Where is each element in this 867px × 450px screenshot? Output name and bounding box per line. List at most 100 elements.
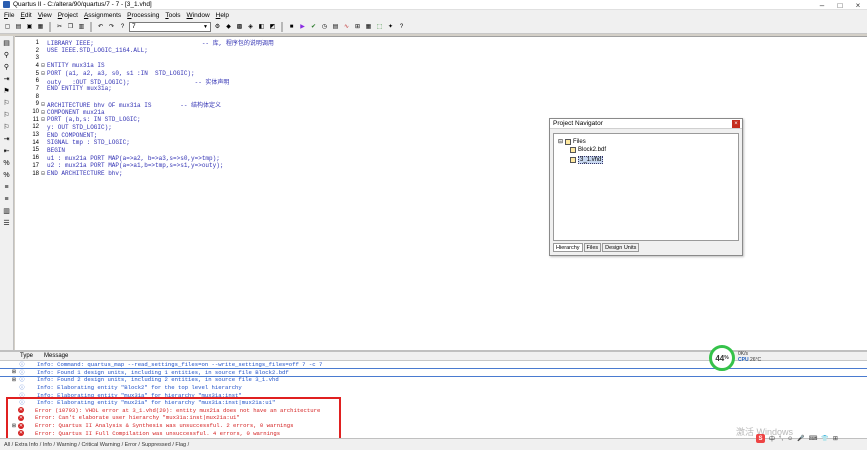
code-line[interactable]: 14 SIGNAL tmp : STD_LOGIC; [15, 139, 274, 147]
fold-toggle-icon[interactable]: ⊟ [39, 170, 47, 177]
code-line[interactable]: 2 USE IEEE.STD_LOGIC_1164.ALL; [15, 47, 274, 55]
block-icon[interactable]: ▥ [2, 207, 11, 216]
simulator-icon[interactable]: ∿ [342, 22, 351, 31]
rtl-viewer-icon[interactable]: ⊞ [353, 22, 362, 31]
ime-mode-icon[interactable]: 中 [769, 434, 775, 443]
assignment-editor-icon[interactable]: ◆ [224, 22, 233, 31]
menu-item-processing[interactable]: Processing [127, 12, 159, 19]
code-line[interactable]: 11 ⊟ PORT (a,b,s: IN STD_LOGIC; [15, 116, 274, 124]
copy-icon[interactable]: ❐ [66, 22, 75, 31]
fold-toggle-icon[interactable]: ⊟ [39, 62, 47, 69]
system-monitor-widget[interactable]: 44% 0K/s CPU 26°C [709, 345, 765, 371]
emoji-icon[interactable]: ☺ [787, 436, 793, 442]
save-icon[interactable]: ▣ [25, 22, 34, 31]
code-line[interactable]: 13 END COMPONENT; [15, 131, 274, 139]
menu-item-help[interactable]: Help [216, 12, 229, 19]
col-type[interactable]: Type [0, 353, 40, 359]
code-line[interactable]: 6 outy :OUT STD_LOGIC); -- 实体声明 [15, 77, 274, 86]
list-icon[interactable]: ☰ [2, 219, 11, 228]
code-line[interactable]: 1 LIBRARY IEEE; -- 库, 程序包的说明调用 [15, 39, 274, 48]
message-filter-tabs[interactable]: All / Extra Info / Info / Warning / Crit… [0, 438, 867, 450]
menu-item-project[interactable]: Project [58, 12, 78, 19]
code-line[interactable]: 15 BEGIN [15, 147, 274, 155]
fold-toggle-icon[interactable]: ⊟ [39, 101, 47, 108]
code-line[interactable]: 10 ⊟ COMPONENT mux21a [15, 108, 274, 116]
stop-icon[interactable]: ■ [287, 22, 296, 31]
col-message[interactable]: Message [40, 353, 68, 359]
bookmark-icon[interactable]: ⚑ [2, 87, 11, 96]
expand-icon[interactable]: ⊞ [10, 369, 18, 375]
redo-icon[interactable]: ↷ [107, 22, 116, 31]
help-pointer-icon[interactable]: ? [118, 22, 127, 31]
indent-icon[interactable]: ⇥ [2, 135, 11, 144]
unindent-icon[interactable]: ⇤ [2, 147, 11, 156]
start-compilation-icon[interactable]: ▶ [298, 22, 307, 31]
timing-analysis-icon[interactable]: ◷ [320, 22, 329, 31]
code-line[interactable]: 4 ⊟ ENTITY mux31a IS [15, 62, 274, 70]
project-navigator-titlebar[interactable]: Project Navigator × [550, 119, 742, 129]
tab-hierarchy[interactable]: Hierarchy [553, 243, 583, 252]
clear-bookmarks-icon[interactable]: ⚐ [2, 123, 11, 132]
pin-planner-icon[interactable]: ▩ [235, 22, 244, 31]
minus-expander-icon[interactable]: ⊟ [558, 138, 563, 145]
skin-icon[interactable]: 👕 [821, 435, 828, 442]
tree-node-file[interactable]: Block2.bdf [570, 147, 606, 153]
find-icon[interactable]: ⚲ [2, 51, 11, 60]
tab-files[interactable]: Files [583, 243, 602, 252]
chip-planner-icon[interactable]: ◈ [246, 22, 255, 31]
increase-indent-icon[interactable]: ≡ [2, 183, 11, 192]
fold-toggle-icon[interactable]: ⊟ [39, 70, 47, 77]
go-to-line-icon[interactable]: ⇥ [2, 75, 11, 84]
menu-item-file[interactable]: File [4, 12, 15, 19]
close-button[interactable]: × [849, 0, 867, 10]
tree-node-file-selected[interactable]: 3_1.vhd [570, 156, 604, 164]
next-bookmark-icon[interactable]: ⚐ [2, 99, 11, 108]
open-file-icon[interactable]: ▤ [14, 22, 23, 31]
fold-toggle-icon[interactable]: ⊟ [39, 116, 47, 123]
keyboard-icon[interactable]: ⌨ [809, 435, 818, 442]
prev-bookmark-icon[interactable]: ⚐ [2, 111, 11, 120]
info-message-row[interactable]: ⓘ Info: Elaborating entity "Block2" for t… [0, 384, 867, 392]
undo-icon[interactable]: ↶ [96, 22, 105, 31]
print-icon[interactable]: ▦ [36, 22, 45, 31]
code-line[interactable]: 17 u2 : mux21a PORT MAP(a=>a1,b=>tmp,s=>s… [15, 162, 274, 170]
vhdl-text-editor[interactable]: 1 LIBRARY IEEE; -- 库, 程序包的说明调用 2 USE IEEE.S… [15, 36, 867, 350]
code-line[interactable]: 18 ⊟ END ARCHITECTURE bhv; [15, 170, 274, 178]
menu-item-window[interactable]: Window [187, 12, 210, 19]
chip-editor-icon[interactable]: ▦ [364, 22, 373, 31]
find-next-icon[interactable]: ⚲ [2, 63, 11, 72]
decrease-indent-icon[interactable]: ≡ [2, 195, 11, 204]
comment-icon[interactable]: % [2, 159, 11, 168]
help-topic-icon[interactable]: ? [397, 22, 406, 31]
microphone-icon[interactable]: 🎤 [797, 435, 804, 442]
code-line[interactable]: 3 [15, 54, 274, 62]
insert-template-icon[interactable]: ▤ [2, 39, 11, 48]
maximize-button[interactable]: □ [831, 0, 849, 10]
code-line[interactable]: 16 u1 : mux21a PORT MAP(a=>a2, b=>a3,s=>s… [15, 154, 274, 162]
code-line[interactable]: 9 ⊟ ARCHITECTURE bhv OF mux31a IS -- 结构体定义 [15, 101, 274, 109]
navigator-tree[interactable]: ⊟ Files Block2.bdf 3_1.vhd [553, 133, 739, 241]
megawizard-icon[interactable]: ✦ [386, 22, 395, 31]
code-line[interactable]: 7 END ENTITY mux31a; [15, 85, 274, 93]
settings-icon[interactable]: ⚙ [213, 22, 222, 31]
fold-toggle-icon[interactable]: ⊟ [39, 109, 47, 116]
menu-item-view[interactable]: View [38, 12, 52, 19]
minimize-button[interactable]: – [813, 0, 831, 10]
tree-node-files[interactable]: ⊟ Files [558, 138, 586, 145]
compilation-report-icon[interactable]: ▤ [331, 22, 340, 31]
programmer-icon[interactable]: ⬚ [375, 22, 384, 31]
code-line[interactable]: 12 y: OUT STD_LOGIC); [15, 124, 274, 132]
paste-icon[interactable]: ▥ [77, 22, 86, 31]
menu-item-edit[interactable]: Edit [21, 12, 32, 19]
menu-item-tools[interactable]: Tools [165, 12, 180, 19]
cut-icon[interactable]: ✂ [55, 22, 64, 31]
punctuation-icon[interactable]: °, [779, 436, 783, 442]
close-icon[interactable]: × [732, 120, 740, 128]
menu-item-assignments[interactable]: Assignments [84, 12, 121, 19]
grid-menu-icon[interactable]: ⊞ [833, 435, 838, 442]
design-partition-icon[interactable]: ◧ [257, 22, 266, 31]
entity-combo[interactable]: 7 ▼ [129, 21, 211, 32]
uncomment-icon[interactable]: % [2, 171, 11, 180]
sogou-ime-icon[interactable]: S [756, 434, 765, 443]
tab-design-units[interactable]: Design Units [602, 243, 640, 252]
